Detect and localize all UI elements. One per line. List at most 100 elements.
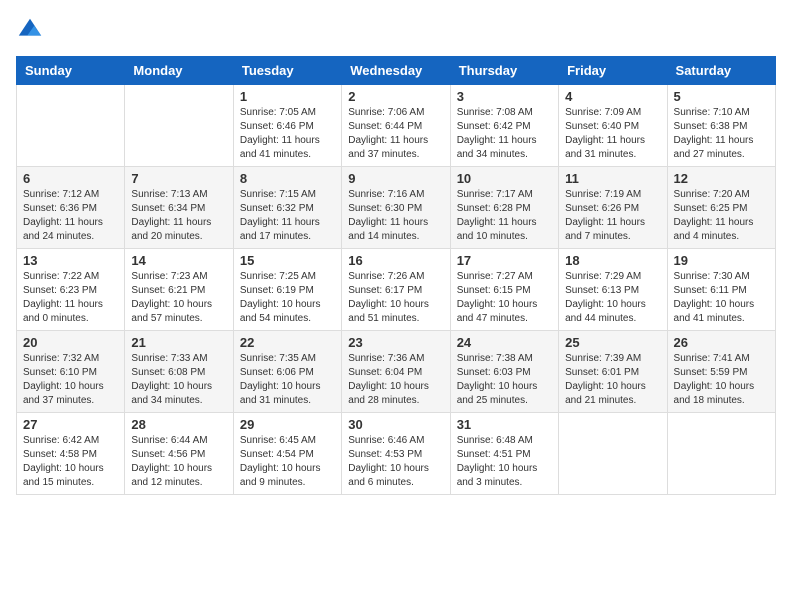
cell-content: Sunrise: 7:26 AM Sunset: 6:17 PM Dayligh… bbox=[348, 270, 443, 326]
calendar-cell: 14 Sunrise: 7:23 AM Sunset: 6:21 PM Dayli… bbox=[125, 249, 233, 331]
cell-content: Sunrise: 6:48 AM Sunset: 4:51 PM Dayligh… bbox=[457, 434, 552, 490]
logo bbox=[16, 16, 50, 44]
calendar-cell: 21 Sunrise: 7:33 AM Sunset: 6:08 PM Dayli… bbox=[125, 331, 233, 413]
cell-content: Sunrise: 7:12 AM Sunset: 6:36 PM Dayligh… bbox=[23, 188, 118, 244]
day-number: 7 bbox=[131, 171, 226, 186]
calendar-week-2: 6Sunrise: 7:12 AM Sunset: 6:36 PM Daylig… bbox=[17, 167, 776, 249]
cell-content: Sunrise: 7:33 AM Sunset: 6:08 PM Dayligh… bbox=[131, 352, 226, 408]
day-number: 16 bbox=[348, 253, 443, 268]
cell-content: Sunrise: 7:30 AM Sunset: 6:11 PM Dayligh… bbox=[674, 270, 769, 326]
cell-content: Sunrise: 7:23 AM Sunset: 6:21 PM Dayligh… bbox=[131, 270, 226, 326]
cell-content: Sunrise: 7:39 AM Sunset: 6:01 PM Dayligh… bbox=[565, 352, 660, 408]
day-number: 8 bbox=[240, 171, 335, 186]
day-number: 31 bbox=[457, 417, 552, 432]
day-number: 22 bbox=[240, 335, 335, 350]
cell-content: Sunrise: 7:20 AM Sunset: 6:25 PM Dayligh… bbox=[674, 188, 769, 244]
calendar-cell: 24Sunrise: 7:38 AM Sunset: 6:03 PM Dayli… bbox=[450, 331, 558, 413]
cell-content: Sunrise: 7:36 AM Sunset: 6:04 PM Dayligh… bbox=[348, 352, 443, 408]
cell-content: Sunrise: 7:05 AM Sunset: 6:46 PM Dayligh… bbox=[240, 106, 335, 162]
calendar-cell: 16 Sunrise: 7:26 AM Sunset: 6:17 PM Dayli… bbox=[342, 249, 450, 331]
calendar-table: SundayMondayTuesdayWednesdayThursdayFrid… bbox=[16, 56, 776, 495]
day-number: 3 bbox=[457, 89, 552, 104]
calendar-cell: 22 Sunrise: 7:35 AM Sunset: 6:06 PM Dayli… bbox=[233, 331, 341, 413]
calendar-cell: 20 Sunrise: 7:32 AM Sunset: 6:10 PM Dayli… bbox=[17, 331, 125, 413]
calendar-cell: 27 Sunrise: 6:42 AM Sunset: 4:58 PM Dayli… bbox=[17, 413, 125, 495]
calendar-header-row: SundayMondayTuesdayWednesdayThursdayFrid… bbox=[17, 57, 776, 85]
day-number: 27 bbox=[23, 417, 118, 432]
calendar-cell: 7 Sunrise: 7:13 AM Sunset: 6:34 PM Daylig… bbox=[125, 167, 233, 249]
day-number: 15 bbox=[240, 253, 335, 268]
day-number: 20 bbox=[23, 335, 118, 350]
calendar-week-5: 27 Sunrise: 6:42 AM Sunset: 4:58 PM Dayli… bbox=[17, 413, 776, 495]
calendar-cell: 10Sunrise: 7:17 AM Sunset: 6:28 PM Dayli… bbox=[450, 167, 558, 249]
cell-content: Sunrise: 7:13 AM Sunset: 6:34 PM Dayligh… bbox=[131, 188, 226, 244]
calendar-cell: 11 Sunrise: 7:19 AM Sunset: 6:26 PM Dayli… bbox=[559, 167, 667, 249]
day-number: 21 bbox=[131, 335, 226, 350]
day-header-wednesday: Wednesday bbox=[342, 57, 450, 85]
day-number: 14 bbox=[131, 253, 226, 268]
calendar-cell: 23 Sunrise: 7:36 AM Sunset: 6:04 PM Dayli… bbox=[342, 331, 450, 413]
calendar-cell: 15 Sunrise: 7:25 AM Sunset: 6:19 PM Dayli… bbox=[233, 249, 341, 331]
calendar-cell: 17Sunrise: 7:27 AM Sunset: 6:15 PM Dayli… bbox=[450, 249, 558, 331]
cell-content: Sunrise: 7:10 AM Sunset: 6:38 PM Dayligh… bbox=[674, 106, 769, 162]
day-number: 2 bbox=[348, 89, 443, 104]
cell-content: Sunrise: 6:46 AM Sunset: 4:53 PM Dayligh… bbox=[348, 434, 443, 490]
cell-content: Sunrise: 7:35 AM Sunset: 6:06 PM Dayligh… bbox=[240, 352, 335, 408]
calendar-cell: 13 Sunrise: 7:22 AM Sunset: 6:23 PM Dayli… bbox=[17, 249, 125, 331]
cell-content: Sunrise: 7:15 AM Sunset: 6:32 PM Dayligh… bbox=[240, 188, 335, 244]
calendar-week-4: 20 Sunrise: 7:32 AM Sunset: 6:10 PM Dayli… bbox=[17, 331, 776, 413]
page-header bbox=[16, 16, 776, 44]
calendar-cell: 8 Sunrise: 7:15 AM Sunset: 6:32 PM Daylig… bbox=[233, 167, 341, 249]
cell-content: Sunrise: 7:06 AM Sunset: 6:44 PM Dayligh… bbox=[348, 106, 443, 162]
cell-content: Sunrise: 6:44 AM Sunset: 4:56 PM Dayligh… bbox=[131, 434, 226, 490]
day-number: 5 bbox=[674, 89, 769, 104]
calendar-cell bbox=[667, 413, 775, 495]
day-header-thursday: Thursday bbox=[450, 57, 558, 85]
day-number: 1 bbox=[240, 89, 335, 104]
calendar-week-3: 13 Sunrise: 7:22 AM Sunset: 6:23 PM Dayli… bbox=[17, 249, 776, 331]
calendar-cell: 18 Sunrise: 7:29 AM Sunset: 6:13 PM Dayli… bbox=[559, 249, 667, 331]
calendar-cell: 31 Sunrise: 6:48 AM Sunset: 4:51 PM Dayli… bbox=[450, 413, 558, 495]
day-number: 13 bbox=[23, 253, 118, 268]
calendar-cell: 28 Sunrise: 6:44 AM Sunset: 4:56 PM Dayli… bbox=[125, 413, 233, 495]
cell-content: Sunrise: 6:45 AM Sunset: 4:54 PM Dayligh… bbox=[240, 434, 335, 490]
calendar-cell bbox=[559, 413, 667, 495]
day-number: 19 bbox=[674, 253, 769, 268]
calendar-cell: 29 Sunrise: 6:45 AM Sunset: 4:54 PM Dayli… bbox=[233, 413, 341, 495]
day-header-friday: Friday bbox=[559, 57, 667, 85]
cell-content: Sunrise: 7:19 AM Sunset: 6:26 PM Dayligh… bbox=[565, 188, 660, 244]
day-number: 29 bbox=[240, 417, 335, 432]
cell-content: Sunrise: 7:16 AM Sunset: 6:30 PM Dayligh… bbox=[348, 188, 443, 244]
day-number: 23 bbox=[348, 335, 443, 350]
day-header-sunday: Sunday bbox=[17, 57, 125, 85]
cell-content: Sunrise: 7:29 AM Sunset: 6:13 PM Dayligh… bbox=[565, 270, 660, 326]
day-number: 10 bbox=[457, 171, 552, 186]
day-number: 11 bbox=[565, 171, 660, 186]
calendar-cell bbox=[17, 85, 125, 167]
calendar-cell: 6Sunrise: 7:12 AM Sunset: 6:36 PM Daylig… bbox=[17, 167, 125, 249]
calendar-cell: 30 Sunrise: 6:46 AM Sunset: 4:53 PM Dayli… bbox=[342, 413, 450, 495]
day-number: 12 bbox=[674, 171, 769, 186]
calendar-cell: 5 Sunrise: 7:10 AM Sunset: 6:38 PM Daylig… bbox=[667, 85, 775, 167]
cell-content: Sunrise: 7:08 AM Sunset: 6:42 PM Dayligh… bbox=[457, 106, 552, 162]
day-number: 26 bbox=[674, 335, 769, 350]
calendar-cell: 9 Sunrise: 7:16 AM Sunset: 6:30 PM Daylig… bbox=[342, 167, 450, 249]
day-number: 9 bbox=[348, 171, 443, 186]
day-number: 30 bbox=[348, 417, 443, 432]
calendar-cell: 4 Sunrise: 7:09 AM Sunset: 6:40 PM Daylig… bbox=[559, 85, 667, 167]
calendar-cell: 3 Sunrise: 7:08 AM Sunset: 6:42 PM Daylig… bbox=[450, 85, 558, 167]
cell-content: Sunrise: 6:42 AM Sunset: 4:58 PM Dayligh… bbox=[23, 434, 118, 490]
cell-content: Sunrise: 7:09 AM Sunset: 6:40 PM Dayligh… bbox=[565, 106, 660, 162]
cell-content: Sunrise: 7:38 AM Sunset: 6:03 PM Dayligh… bbox=[457, 352, 552, 408]
calendar-cell: 19 Sunrise: 7:30 AM Sunset: 6:11 PM Dayli… bbox=[667, 249, 775, 331]
day-number: 4 bbox=[565, 89, 660, 104]
day-number: 28 bbox=[131, 417, 226, 432]
cell-content: Sunrise: 7:22 AM Sunset: 6:23 PM Dayligh… bbox=[23, 270, 118, 326]
day-number: 18 bbox=[565, 253, 660, 268]
calendar-cell: 2 Sunrise: 7:06 AM Sunset: 6:44 PM Daylig… bbox=[342, 85, 450, 167]
calendar-cell: 25 Sunrise: 7:39 AM Sunset: 6:01 PM Dayli… bbox=[559, 331, 667, 413]
calendar-cell bbox=[125, 85, 233, 167]
day-number: 25 bbox=[565, 335, 660, 350]
cell-content: Sunrise: 7:25 AM Sunset: 6:19 PM Dayligh… bbox=[240, 270, 335, 326]
cell-content: Sunrise: 7:32 AM Sunset: 6:10 PM Dayligh… bbox=[23, 352, 118, 408]
